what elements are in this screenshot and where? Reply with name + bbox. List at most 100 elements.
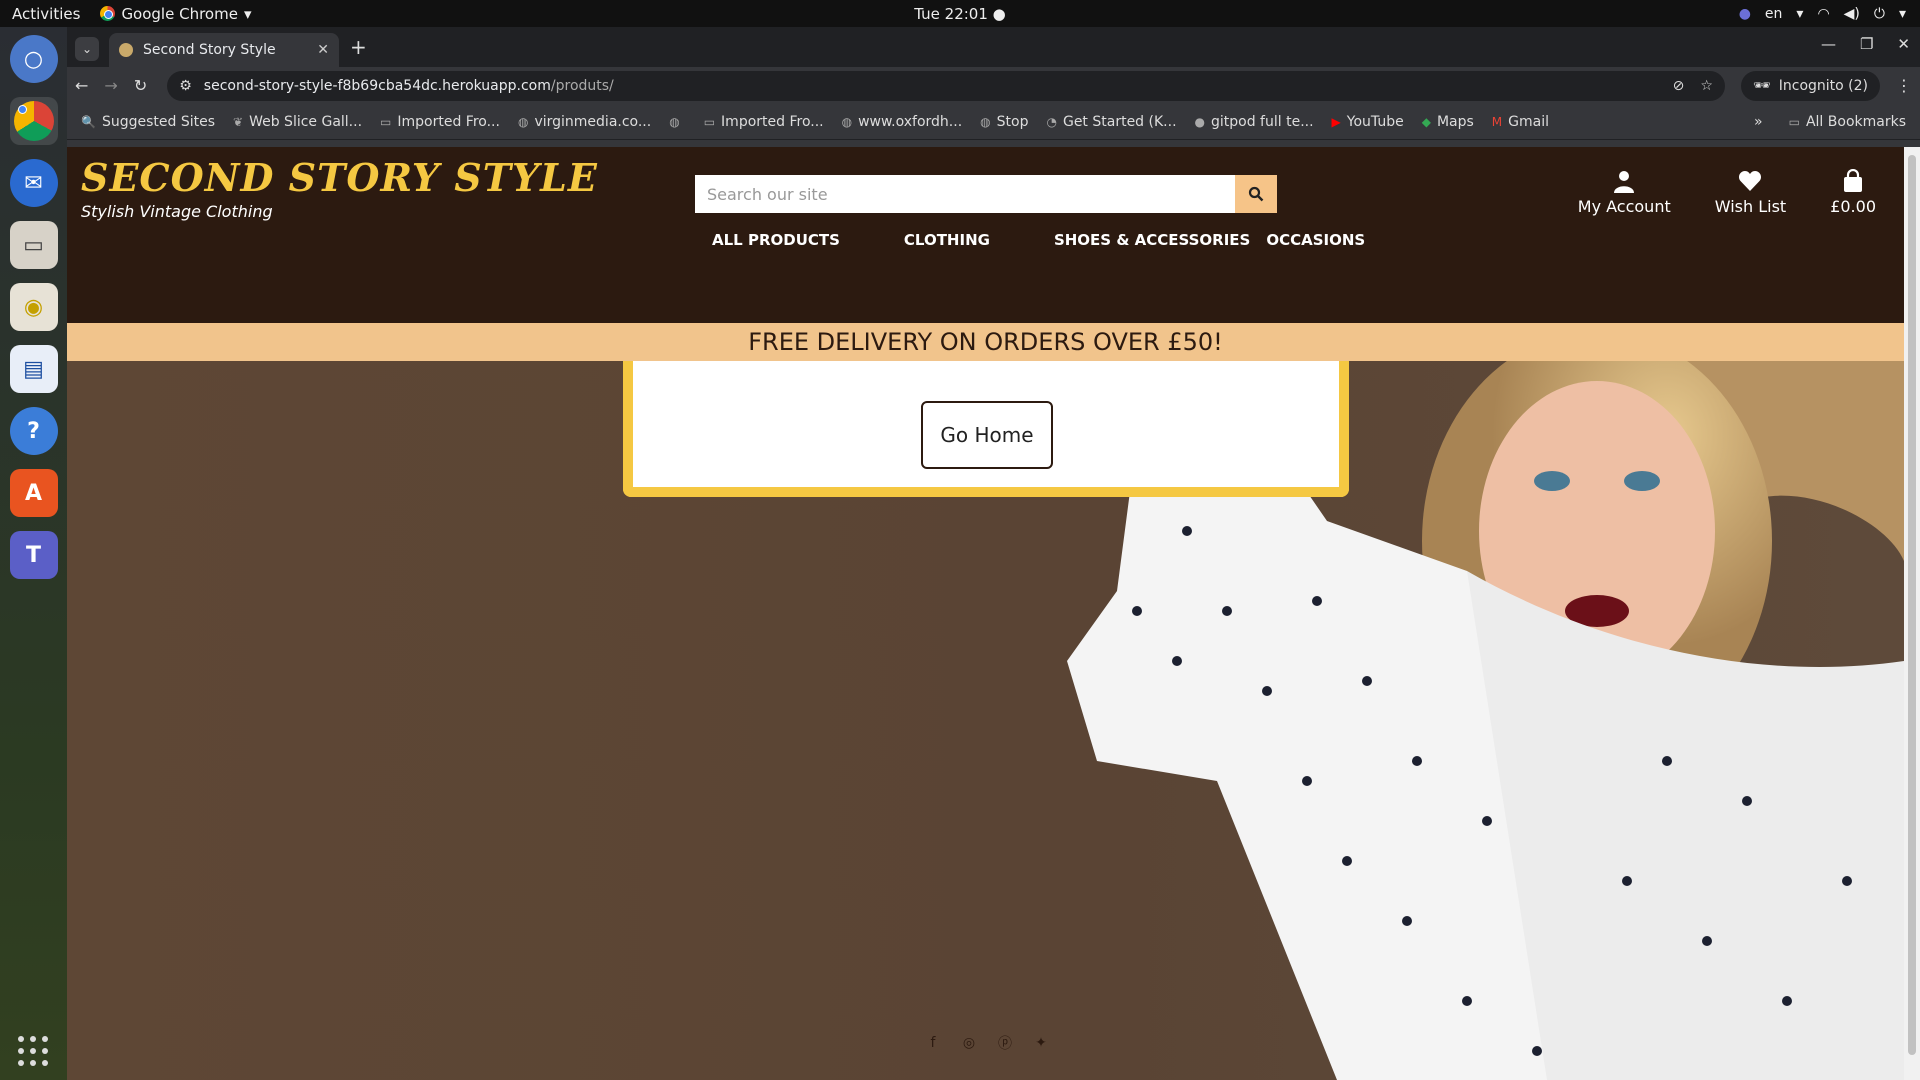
instagram-icon[interactable]: ◎ [961,1035,977,1051]
bookmark-item[interactable]: M Gmail [1492,114,1549,130]
tab-active[interactable]: Second Story Style ✕ [109,33,339,67]
site-logo[interactable]: SECOND STORY STYLE [81,155,598,200]
bookmark-label: YouTube [1346,113,1404,130]
tab-title: Second Story Style [143,42,276,58]
search-button[interactable] [1235,175,1277,213]
power-icon: ⏻ [1873,5,1885,22]
bookmark-label: Imported Fro... [721,113,824,130]
bookmark-label: Maps [1436,113,1474,130]
back-icon[interactable]: ← [75,76,88,95]
incognito-indicator[interactable]: 🕶 Incognito (2) [1740,70,1880,101]
heart-icon [1739,171,1762,191]
globe-icon: ◍ [841,114,853,129]
url-text: second-story-style-f8b69cba54dc.herokuap… [204,78,614,94]
writer-icon[interactable]: ▤ [9,345,58,393]
star-icon[interactable]: ☆ [1700,78,1713,94]
page-scrollbar[interactable] [1904,147,1920,1080]
chromium-icon[interactable]: ○ [9,35,58,83]
nav-shoes-accessories[interactable]: SHOES & ACCESSORIES [1054,231,1250,249]
reload-icon[interactable]: ↻ [134,76,147,95]
gmail-icon: M [1491,114,1503,129]
web-page: SECOND STORY STYLE Stylish Vintage Cloth… [67,147,1904,1080]
chart-icon: ◔ [1046,114,1057,129]
app-menu[interactable]: Google Chrome ▾ [100,5,251,23]
language-indicator[interactable]: en [1765,6,1783,22]
forward-icon[interactable]: → [104,76,117,95]
close-window-icon[interactable]: ✕ [1897,35,1910,53]
all-bookmarks[interactable]: » ▭ All Bookmarks [1754,114,1906,130]
bookmark-item[interactable]: ◔ Get Started (K... [1046,114,1176,130]
bookmark-folder[interactable]: ▭ Imported Fro... [704,114,824,130]
bookmark-item[interactable]: ◍ www.oxfordh... [842,114,963,130]
help-icon[interactable]: ? [9,407,58,455]
eye-off-icon[interactable]: ⊘ [1673,78,1685,94]
wish-list-link[interactable]: Wish List [1715,169,1786,216]
new-tab-button[interactable]: + [350,35,367,59]
address-bar[interactable]: ⚙ second-story-style-f8b69cba54dc.heroku… [167,70,1725,101]
scrollbar-thumb[interactable] [1908,155,1916,1055]
nav-clothing[interactable]: CLOTHING [904,231,990,249]
minimize-icon[interactable]: — [1821,35,1836,53]
user-icon [1614,171,1635,193]
thunderbird-icon[interactable]: ✉ [9,159,58,207]
folder-icon: ▭ [703,114,716,129]
globe-icon: ◍ [517,114,529,129]
bookmark-item[interactable]: 🔍 Suggested Sites [81,114,215,130]
go-home-button[interactable]: Go Home [921,401,1053,469]
shopping-bag-link[interactable]: £0.00 [1830,169,1876,216]
facebook-icon[interactable]: f [925,1035,941,1051]
bookmark-item[interactable]: ◍ [669,115,685,129]
incognito-label: Incognito (2) [1778,77,1868,94]
nav-occasions[interactable]: OCCASIONS [1266,231,1365,249]
rhythmbox-icon[interactable]: ◉ [9,283,58,331]
chrome-icon[interactable] [9,97,58,145]
all-bookmarks-label: All Bookmarks [1805,113,1906,130]
bookmark-item[interactable]: ◍ Stop [980,114,1028,130]
search-input[interactable] [695,175,1235,213]
folder-icon: ▭ [380,114,392,129]
files-icon[interactable]: ▭ [9,221,58,269]
site-info-icon[interactable]: ⚙ [179,78,192,94]
menu-icon[interactable]: ⋮ [1896,76,1912,95]
site-favicon-icon [119,43,133,57]
show-apps-icon[interactable] [18,1036,48,1066]
nav-all-products[interactable]: ALL PRODUCTS [712,231,840,249]
clock[interactable]: Tue 22:01 ● [914,5,1005,23]
dock: ○ ✉ ▭ ◉ ▤ ? A T [0,27,67,1080]
tab-strip: ⌄ Second Story Style ✕ + — ❐ ✕ [67,27,1920,67]
bookmark-folder[interactable]: ▭ Imported Fro... [380,114,500,130]
software-store-icon[interactable]: A [9,469,58,517]
bookmark-item[interactable]: ◍ virginmedia.co... [518,114,651,130]
bookmark-item[interactable]: ▶ YouTube [1332,114,1404,130]
search-icon: 🔍 [81,114,96,129]
maps-icon: ◆ [1421,114,1431,129]
bookmark-label: Gmail [1508,113,1550,130]
header-links: My Account Wish List £0.00 [1578,169,1876,216]
bookmark-label: Imported Fro... [397,113,500,130]
social-links: f ◎ ⓟ ✦ [925,1035,1049,1052]
bookmark-item[interactable]: ◆ Maps [1422,114,1474,130]
close-icon[interactable]: ✕ [317,42,329,58]
bookmark-item[interactable]: ❦ Web Slice Gall... [233,114,362,130]
teams-tray-icon: ● [1738,5,1751,22]
bookmark-label: www.oxfordh... [858,113,963,130]
delivery-banner: FREE DELIVERY ON ORDERS OVER £50! [67,323,1904,361]
my-account-link[interactable]: My Account [1578,169,1671,216]
pinterest-icon[interactable]: ⓟ [997,1035,1013,1052]
overflow-chevron-icon[interactable]: » [1754,114,1763,130]
message-card: Go Home [623,361,1349,497]
teams-icon[interactable]: T [9,531,58,579]
volume-icon: ◀) [1843,5,1860,22]
bookmark-item[interactable]: ● gitpod full te... [1195,114,1314,130]
chevron-down-icon: ▾ [1898,5,1906,22]
bookmark-label: Get Started (K... [1062,113,1177,130]
bag-total: £0.00 [1830,197,1876,216]
system-tray[interactable]: ● en ▾ ◠ ◀) ⏻ ▾ [1739,6,1906,22]
twitter-icon[interactable]: ✦ [1033,1035,1049,1051]
tab-search-button[interactable]: ⌄ [75,37,99,61]
globe-icon: ◍ [980,114,991,129]
browser-window: ⌄ Second Story Style ✕ + — ❐ ✕ ← → ↻ ⚙ s… [67,27,1920,1080]
youtube-icon: ▶ [1331,114,1341,129]
activities-button[interactable]: Activities [12,5,80,23]
restore-icon[interactable]: ❐ [1860,35,1873,53]
